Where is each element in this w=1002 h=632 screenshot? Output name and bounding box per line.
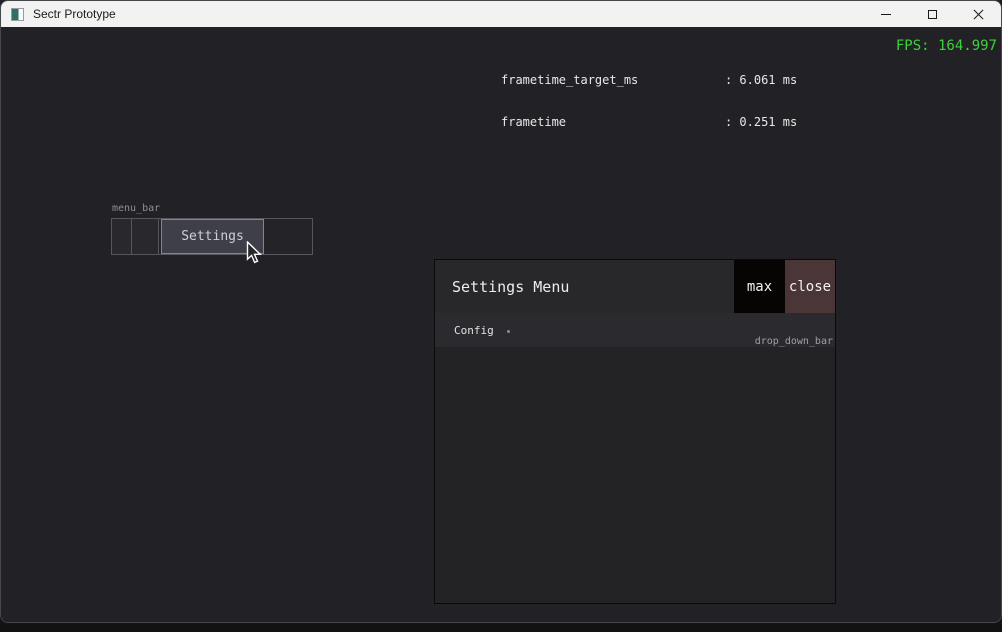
settings-window-header[interactable]: Settings Menu max close <box>435 260 835 313</box>
close-button[interactable] <box>955 1 1001 27</box>
screen: Sectr Prototype FPS: 164.997 frametime_t… <box>0 0 1002 632</box>
debug-overlay: frametime_target_ms : 6.061 ms frametime… <box>501 45 1001 147</box>
debug-line: frametime_target_ms : 6.061 ms <box>501 73 1001 87</box>
debug-line: frametime : 0.251 ms <box>501 115 1001 129</box>
config-label: Config <box>454 324 494 337</box>
dropdown-caret-icon <box>507 330 510 333</box>
minimize-icon <box>881 14 891 15</box>
desktop-backdrop-bottom <box>0 625 1002 632</box>
menu-bar-label: menu_bar <box>112 203 160 214</box>
settings-window-body <box>435 347 835 603</box>
menu-bar: Settings <box>111 218 313 255</box>
settings-close-button[interactable]: close <box>785 260 835 313</box>
drop-down-bar-label: drop_down_bar <box>755 336 833 347</box>
config-dropdown-row[interactable]: Config drop_down_bar <box>435 313 835 347</box>
maximize-button[interactable] <box>909 1 955 27</box>
app-client-area: FPS: 164.997 frametime_target_ms : 6.061… <box>1 27 1001 622</box>
menu-bar-cell[interactable] <box>132 219 159 254</box>
app-icon <box>11 8 24 21</box>
minimize-button[interactable] <box>863 1 909 27</box>
settings-max-button[interactable]: max <box>734 260 785 313</box>
window-title: Sectr Prototype <box>33 7 116 21</box>
menu-bar-cell[interactable] <box>112 219 132 254</box>
settings-window-title: Settings Menu <box>452 278 569 296</box>
close-icon <box>973 9 984 20</box>
settings-menu-button[interactable]: Settings <box>161 219 264 254</box>
maximize-icon <box>928 10 937 19</box>
titlebar: Sectr Prototype <box>1 1 1001 27</box>
settings-window: Settings Menu max close Config drop_down… <box>434 259 836 604</box>
app-window: Sectr Prototype FPS: 164.997 frametime_t… <box>0 0 1002 623</box>
